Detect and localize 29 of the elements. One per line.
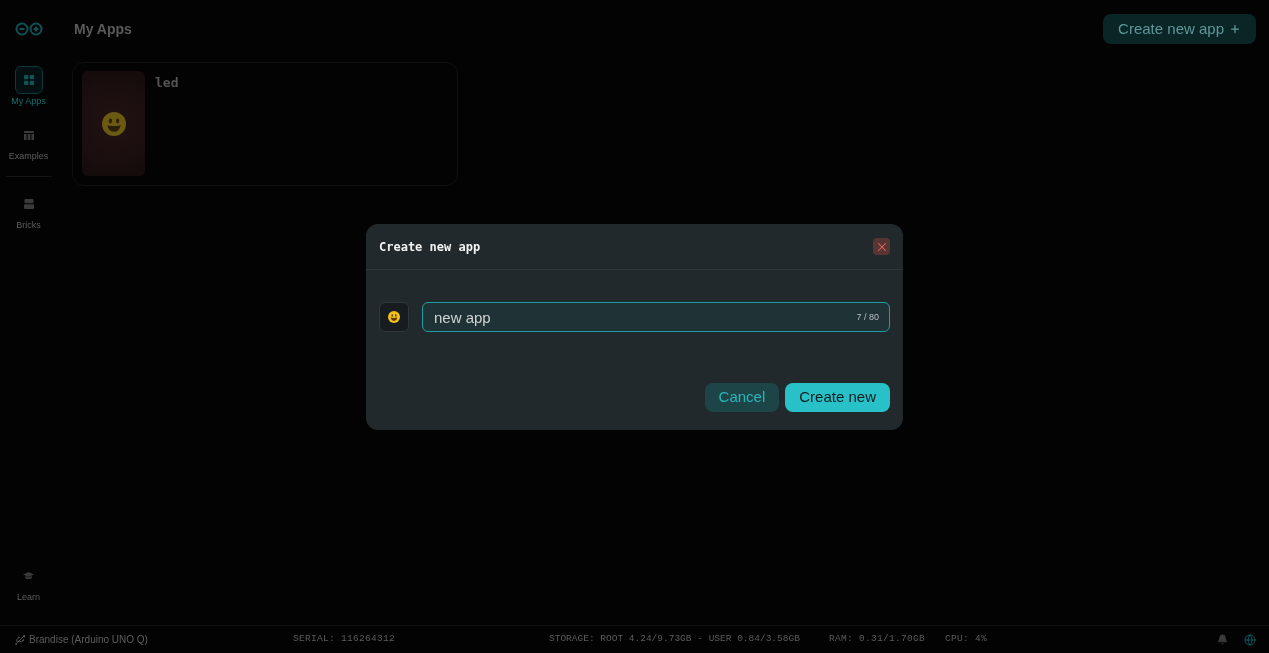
dialog-title: Create new app: [379, 238, 481, 256]
device-name: Brandise (Arduino UNO Q): [29, 633, 148, 647]
storage-usage: STORAGE: ROOT 4.24/9.73GB - USER 0.84/3.58GB: [549, 632, 801, 647]
ram-usage: RAM: 0.31/1.70GB: [829, 632, 926, 647]
sidebar-item[interactable]: Learn: [2, 562, 55, 603]
globe-icon[interactable]: [1244, 633, 1256, 646]
cancel-button[interactable]: Cancel: [704, 383, 780, 412]
app-card[interactable]: led: [72, 62, 458, 186]
logo-icon: [14, 22, 43, 36]
close-button[interactable]: [873, 238, 890, 255]
graduation-cap-icon: [23, 572, 34, 580]
create-button[interactable]: Create new: [785, 383, 890, 412]
sidebar-item[interactable]: Bricks: [2, 190, 55, 231]
columns-icon: [23, 130, 34, 140]
page-title: My Apps: [74, 19, 132, 39]
serial-number: SERIAL: 116264312: [293, 632, 396, 647]
smiley-icon: [388, 311, 400, 323]
app-name: led: [155, 74, 179, 92]
character-counter: 7 / 80: [856, 311, 879, 324]
plus-icon: [1229, 23, 1241, 35]
smiley-icon: [101, 111, 126, 136]
cpu-usage: CPU: 4%: [945, 632, 987, 647]
emoji-button[interactable]: [379, 302, 409, 332]
grid-icon: [14, 66, 43, 94]
create-app-button[interactable]: Create new app: [1103, 14, 1256, 44]
sidebar-item[interactable]: My Apps: [2, 66, 55, 107]
sidebar-item[interactable]: Examples: [2, 121, 55, 162]
stacked-blocks-icon: [23, 199, 34, 209]
usb-icon: [14, 633, 26, 646]
